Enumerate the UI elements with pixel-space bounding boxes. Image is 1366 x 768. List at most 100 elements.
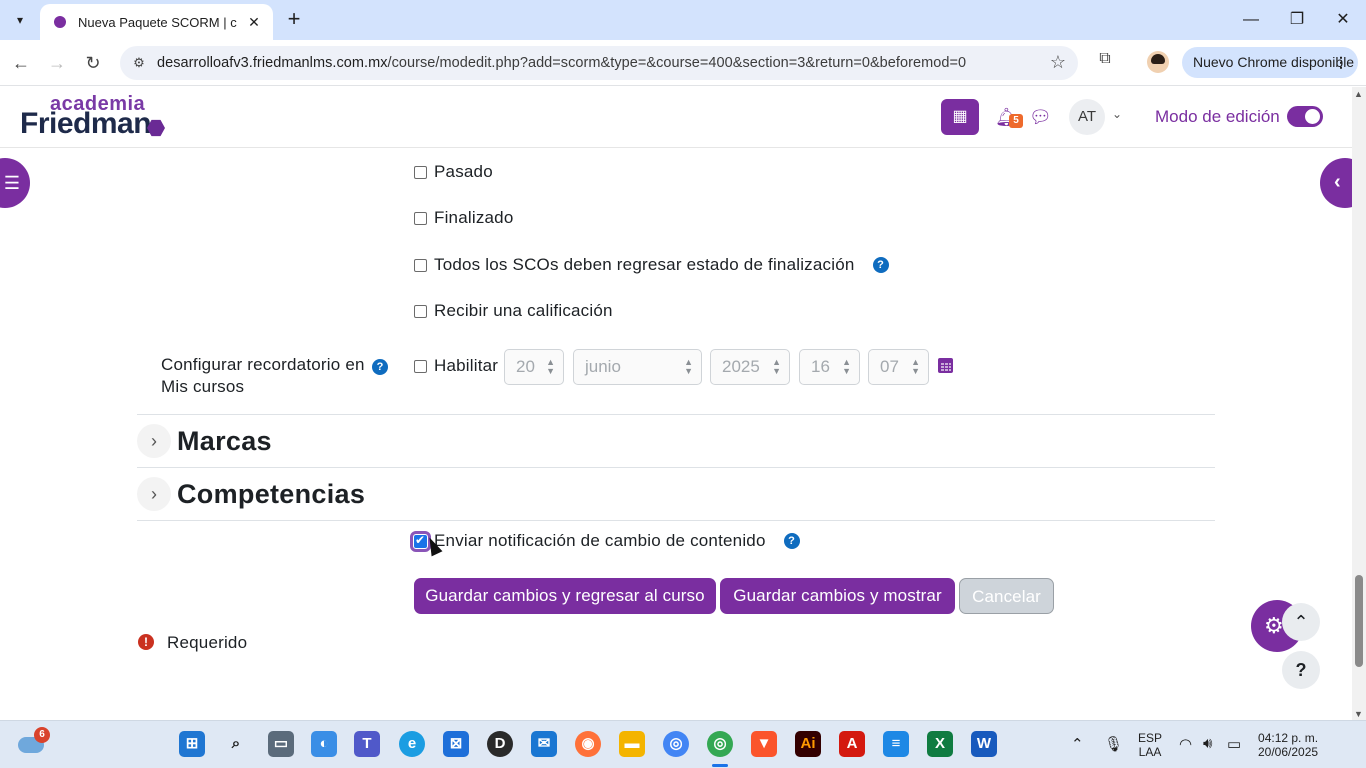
site-info-icon[interactable]: ⚙: [130, 54, 148, 72]
edge-icon[interactable]: e: [399, 731, 425, 757]
kebab-menu-icon[interactable]: ⋮: [1334, 47, 1348, 78]
mail-icon[interactable]: ✉: [531, 731, 557, 757]
site-header: academia Friedman ▦ 🔔︎ 5 💬︎ AT ⌄ Modo de…: [0, 87, 1352, 148]
back-to-top-chevron-up-icon[interactable]: ⌃: [1282, 603, 1320, 641]
copilot-icon[interactable]: ◐: [311, 731, 337, 757]
brave-icon[interactable]: ▼: [751, 731, 777, 757]
store-icon[interactable]: ⊠: [443, 731, 469, 757]
file-explorer-icon[interactable]: ▬: [619, 731, 645, 757]
reminder-hour-select[interactable]: 16 ▲ ▼: [799, 349, 860, 385]
chevron-right-icon[interactable]: ›: [137, 424, 171, 458]
excel-icon[interactable]: X: [927, 731, 953, 757]
language-code: ESP: [1138, 731, 1163, 745]
clock-date: 20/06/2025: [1258, 745, 1319, 759]
minute-value: 07: [880, 357, 899, 376]
all-scos-checkbox[interactable]: [414, 258, 427, 272]
teams-icon[interactable]: T: [354, 731, 380, 757]
month-value: junio: [585, 357, 621, 376]
help-footer-button[interactable]: ?: [1282, 651, 1320, 689]
wifi-icon[interactable]: ◠: [1179, 735, 1192, 753]
hour-value: 16: [811, 357, 830, 376]
cancel-button[interactable]: Cancelar: [959, 578, 1054, 614]
chrome-update-button[interactable]: Nuevo Chrome disponible ⋮: [1182, 47, 1358, 78]
window-close-icon[interactable]: ✕: [1328, 6, 1358, 34]
tab-close-icon[interactable]: ✕: [245, 14, 263, 31]
battery-icon[interactable]: ▭: [1227, 735, 1241, 753]
weather-badge: 6: [34, 727, 50, 743]
help-question-icon[interactable]: ?: [372, 359, 388, 375]
language-indicator[interactable]: ESP LAA: [1138, 731, 1162, 759]
calendar-icon[interactable]: [938, 358, 953, 373]
apps-grid-button[interactable]: ▦: [941, 99, 979, 135]
notepad-icon[interactable]: ≡: [883, 731, 909, 757]
reminder-enable-label: Habilitar: [434, 356, 499, 375]
window-restore-icon[interactable]: ❐: [1282, 6, 1312, 34]
window-minimize-icon[interactable]: —: [1236, 6, 1266, 34]
scrollbar-thumb[interactable]: [1355, 575, 1363, 667]
reload-icon[interactable]: ↻: [80, 50, 106, 76]
tray-chevron-up-icon[interactable]: ⌃: [1071, 735, 1084, 753]
section-marcas-header[interactable]: › Marcas: [137, 418, 1215, 464]
all-scos-label: Todos los SCOs deben regresar estado de …: [434, 255, 855, 274]
acrobat-icon[interactable]: A: [839, 731, 865, 757]
logo-main-text: Friedman: [20, 107, 152, 140]
reminder-enable-checkbox[interactable]: [414, 359, 427, 373]
section-title: Competencias: [177, 478, 366, 509]
receive-grade-checkbox[interactable]: [414, 304, 427, 318]
reminder-month-select[interactable]: junio ▲ ▼: [573, 349, 702, 385]
chevron-down-icon[interactable]: ⌄: [1112, 107, 1122, 121]
word-icon[interactable]: W: [971, 731, 997, 757]
save-and-return-button[interactable]: Guardar cambios y regresar al curso: [414, 578, 716, 614]
save-and-display-button[interactable]: Guardar cambios y mostrar: [720, 578, 955, 614]
forward-arrow-icon[interactable]: →: [44, 50, 70, 76]
reminder-day-select[interactable]: 20 ▲ ▼: [504, 349, 564, 385]
browser-tab-active[interactable]: Nueva Paquete SCORM | curso2 ✕: [40, 4, 273, 40]
page-scrollbar[interactable]: ▲ ▼: [1352, 87, 1366, 720]
chrome-icon[interactable]: ◎: [663, 731, 689, 757]
windows-start-icon[interactable]: ⊞: [179, 731, 205, 757]
extensions-puzzle-icon[interactable]: ⧉: [1094, 50, 1116, 72]
scroll-up-arrow-icon[interactable]: ▲: [1354, 89, 1363, 99]
scroll-down-arrow-icon[interactable]: ▼: [1354, 709, 1363, 719]
search-icon[interactable]: ⌕: [223, 731, 249, 757]
clock[interactable]: 04:12 p. m. 20/06/2025: [1258, 731, 1318, 759]
bookmark-star-icon[interactable]: ☆: [1050, 52, 1066, 73]
profile-avatar[interactable]: [1147, 51, 1169, 73]
help-question-icon[interactable]: ?: [872, 257, 889, 273]
reminder-enable-option: Habilitar: [414, 356, 498, 376]
active-app-indicator: [712, 764, 728, 767]
illustrator-icon[interactable]: Ai: [795, 731, 821, 757]
user-avatar[interactable]: AT: [1069, 99, 1105, 135]
url-text[interactable]: desarrolloafv3.friedmanlms.com.mx/course…: [157, 55, 966, 71]
chevron-right-icon[interactable]: ›: [137, 477, 171, 511]
dell-icon[interactable]: D: [487, 731, 513, 757]
address-bar[interactable]: ⚙ desarrolloafv3.friedmanlms.com.mx/cour…: [120, 46, 1078, 80]
microphone-icon[interactable]: 🎙︎: [1104, 735, 1123, 753]
notify-change-label: Enviar notificación de cambio de conteni…: [434, 531, 766, 550]
back-arrow-icon[interactable]: ←: [8, 50, 34, 76]
edit-mode-label: Modo de edición: [1155, 107, 1280, 126]
volume-icon[interactable]: 🔊︎: [1203, 735, 1212, 752]
tab-search-icon[interactable]: ▾: [6, 6, 34, 34]
passed-checkbox[interactable]: [414, 165, 427, 179]
reminder-year-select[interactable]: 2025 ▲ ▼: [710, 349, 790, 385]
browser-tab-strip: ▾ Nueva Paquete SCORM | curso2 ✕ + — ❐ ✕: [0, 0, 1366, 40]
url-path: /course/modedit.php?add=scorm&type=&cour…: [387, 55, 967, 71]
notify-change-option: Enviar notificación de cambio de conteni…: [410, 530, 800, 552]
edit-mode-toggle[interactable]: [1287, 106, 1323, 127]
task-view-icon[interactable]: ▭: [268, 731, 294, 757]
messages-chat-icon[interactable]: 💬︎: [1029, 107, 1052, 128]
help-question-icon[interactable]: ?: [783, 533, 800, 549]
chrome-profile-icon[interactable]: ◎: [707, 731, 733, 757]
weather-widget[interactable]: 6: [18, 727, 50, 757]
new-tab-plus-icon[interactable]: +: [282, 8, 306, 32]
firefox-icon[interactable]: ◉: [575, 731, 601, 757]
finished-checkbox[interactable]: [414, 211, 427, 225]
reminder-help: ?: [372, 357, 388, 375]
section-competencias-header[interactable]: › Competencias: [137, 471, 1215, 517]
select-arrows-icon: ▲ ▼: [842, 357, 851, 376]
completion-finished-option: Finalizado: [414, 208, 514, 228]
course-index-drawer-toggle[interactable]: ☰: [0, 158, 30, 208]
reminder-minute-select[interactable]: 07 ▲ ▼: [868, 349, 929, 385]
finished-label: Finalizado: [434, 208, 514, 227]
